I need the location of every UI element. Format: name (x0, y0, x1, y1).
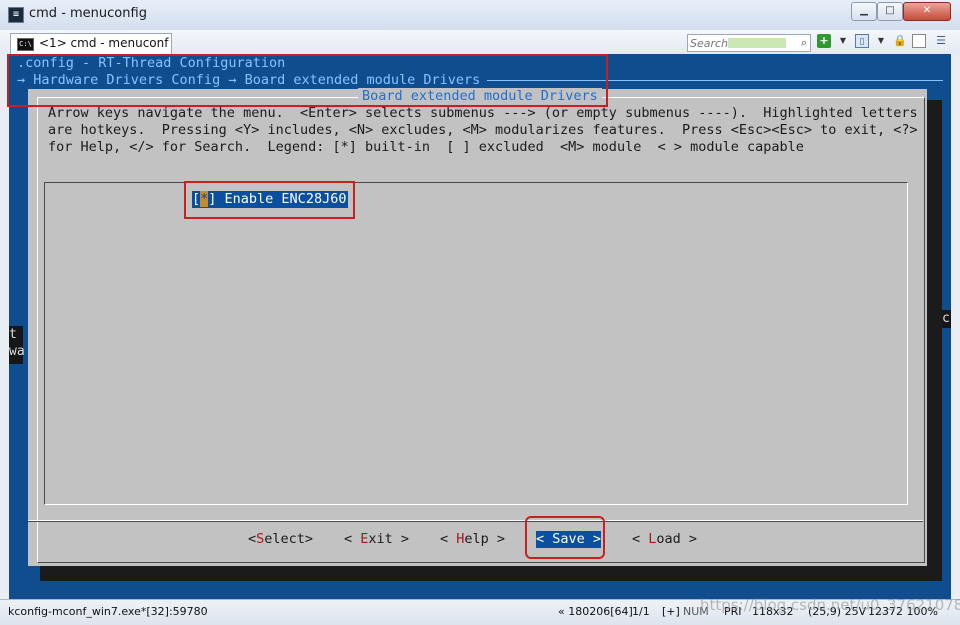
search-input[interactable] (688, 35, 790, 51)
button-label: ave > (560, 531, 602, 547)
button-separator-shadow (28, 521, 923, 522)
left-fragment-1: t (9, 327, 17, 342)
search-icon[interactable]: ⌕ (801, 36, 807, 50)
menu-item-enable-enc28j60[interactable]: [*] Enable ENC28J60 (192, 191, 349, 208)
button-bracket: < (248, 531, 257, 547)
status-position: « 180206[64] (558, 605, 633, 618)
exit-button[interactable]: < Exit > (344, 531, 409, 548)
header-rule (487, 80, 943, 81)
help-line: Arrow keys navigate the menu. <Enter> se… (48, 105, 918, 121)
view-icon[interactable]: ▯ (855, 34, 869, 48)
dialog-title: Board extended module Drivers (358, 88, 602, 104)
title-bar: ≡ cmd - menuconfig ▁ □ ✕ (0, 0, 960, 31)
button-bracket: < (344, 531, 361, 547)
button-label: elp > (464, 531, 506, 547)
button-label: oad > (656, 531, 698, 547)
status-plus: [+] (662, 605, 680, 618)
button-bracket: < (536, 531, 553, 547)
help-line: for Help, </> for Search. Legend: [*] bu… (48, 139, 804, 155)
button-bracket: < (440, 531, 457, 547)
tab-console-1[interactable]: C:\ <1> cmd - menuconf (10, 33, 172, 54)
help-button[interactable]: < Help > (440, 531, 505, 548)
tab-toolbar-row: C:\ <1> cmd - menuconf ⌕ + ▼ ▯ ▼ 🔒 ☰ (0, 30, 960, 54)
cmd-icon: C:\ (17, 38, 34, 51)
menu-item-label: ] Enable ENC28J60 (208, 191, 347, 207)
status-process: kconfig-mconf_win7.exe*[32]:59780 (8, 605, 208, 618)
right-fragment: c (942, 311, 950, 326)
console-app-icon: ≡ (8, 7, 24, 23)
help-text: Arrow keys navigate the menu. <Enter> se… (48, 105, 918, 156)
lock-icon[interactable]: 🔒 (893, 34, 907, 48)
config-title-line: .config - RT-Thread Configuration (17, 55, 286, 71)
maximize-button[interactable]: □ (877, 2, 903, 21)
console-area[interactable]: .config - RT-Thread Configuration → Hard… (9, 54, 951, 599)
load-button[interactable]: < Load > (632, 531, 697, 548)
chevron-down-icon[interactable]: ▼ (836, 34, 850, 48)
menu-list-box (44, 182, 908, 505)
checkbox-open: [ (192, 191, 201, 207)
menuconfig-dialog: Board extended module Drivers Arrow keys… (28, 88, 927, 566)
watermark: https://blog.csdn.net/u0_37621078 (700, 596, 960, 614)
left-fragment-2: wa (9, 344, 25, 359)
search-box[interactable]: ⌕ (687, 34, 811, 52)
minimize-button[interactable]: ▁ (851, 2, 877, 21)
split-icon[interactable] (912, 34, 926, 48)
window-title: cmd - menuconfig (29, 6, 147, 21)
status-pages: 1/1 (632, 605, 650, 618)
chevron-down-icon[interactable]: ▼ (874, 34, 888, 48)
button-label: elect> (264, 531, 314, 547)
save-button[interactable]: < Save > (536, 531, 602, 548)
button-bracket: < (632, 531, 649, 547)
tab-label: <1> cmd - menuconf (39, 36, 169, 50)
select-button[interactable]: <Select> (248, 531, 313, 548)
hamburger-menu-icon[interactable]: ☰ (934, 34, 948, 48)
help-line: are hotkeys. Pressing <Y> includes, <N> … (48, 122, 918, 138)
button-label: xit > (368, 531, 410, 547)
new-console-icon[interactable]: + (817, 34, 831, 48)
close-button[interactable]: ✕ (903, 2, 951, 21)
breadcrumb: → Hardware Drivers Config → Board extend… (17, 72, 481, 88)
